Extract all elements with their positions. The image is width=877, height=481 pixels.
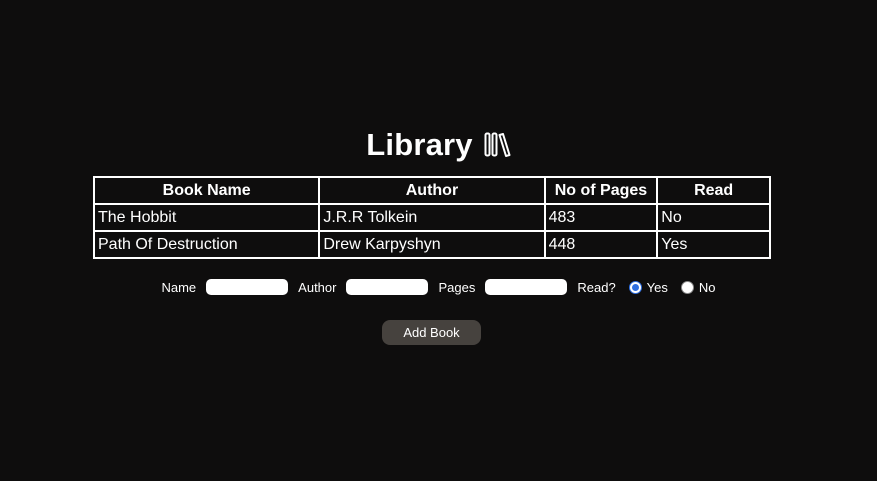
cell-book-name: Path Of Destruction bbox=[92, 230, 321, 259]
read-label: Read? bbox=[577, 279, 616, 295]
read-yes-radio[interactable] bbox=[628, 280, 642, 294]
table-row: Path Of Destruction Drew Karpyshyn 448 Y… bbox=[92, 230, 771, 259]
column-header-book-name: Book Name bbox=[92, 176, 321, 205]
cell-author: Drew Karpyshyn bbox=[318, 230, 546, 259]
books-table: Book Name Author No of Pages Read The Ho… bbox=[92, 176, 771, 259]
header: Library bbox=[0, 126, 877, 164]
books-icon bbox=[484, 132, 511, 163]
author-input[interactable] bbox=[346, 279, 429, 295]
cell-author: J.R.R Tolkein bbox=[318, 203, 546, 232]
table-header-row: Book Name Author No of Pages Read bbox=[92, 176, 771, 205]
pages-input[interactable] bbox=[485, 279, 568, 295]
cell-read: No bbox=[656, 203, 771, 232]
name-input[interactable] bbox=[206, 279, 289, 295]
column-header-read: Read bbox=[656, 176, 771, 205]
author-label: Author bbox=[298, 279, 337, 295]
read-yes-label: Yes bbox=[646, 279, 668, 295]
add-book-form: Name Author Pages Read? Yes No bbox=[0, 278, 877, 296]
column-header-pages: No of Pages bbox=[543, 176, 659, 205]
cell-read: Yes bbox=[656, 230, 771, 259]
page: Library Book Name Author No of Pages Rea… bbox=[0, 0, 877, 481]
add-book-button[interactable]: Add Book bbox=[382, 320, 481, 345]
pages-label: Pages bbox=[438, 279, 476, 295]
cell-book-name: The Hobbit bbox=[92, 203, 321, 232]
column-header-author: Author bbox=[318, 176, 546, 205]
table-row: The Hobbit J.R.R Tolkein 483 No bbox=[92, 203, 771, 232]
page-title: Library bbox=[366, 127, 473, 162]
cell-pages: 448 bbox=[543, 230, 659, 259]
read-no-label: No bbox=[698, 279, 716, 295]
cell-pages: 483 bbox=[543, 203, 659, 232]
name-label: Name bbox=[161, 279, 197, 295]
read-no-radio[interactable] bbox=[680, 280, 694, 294]
